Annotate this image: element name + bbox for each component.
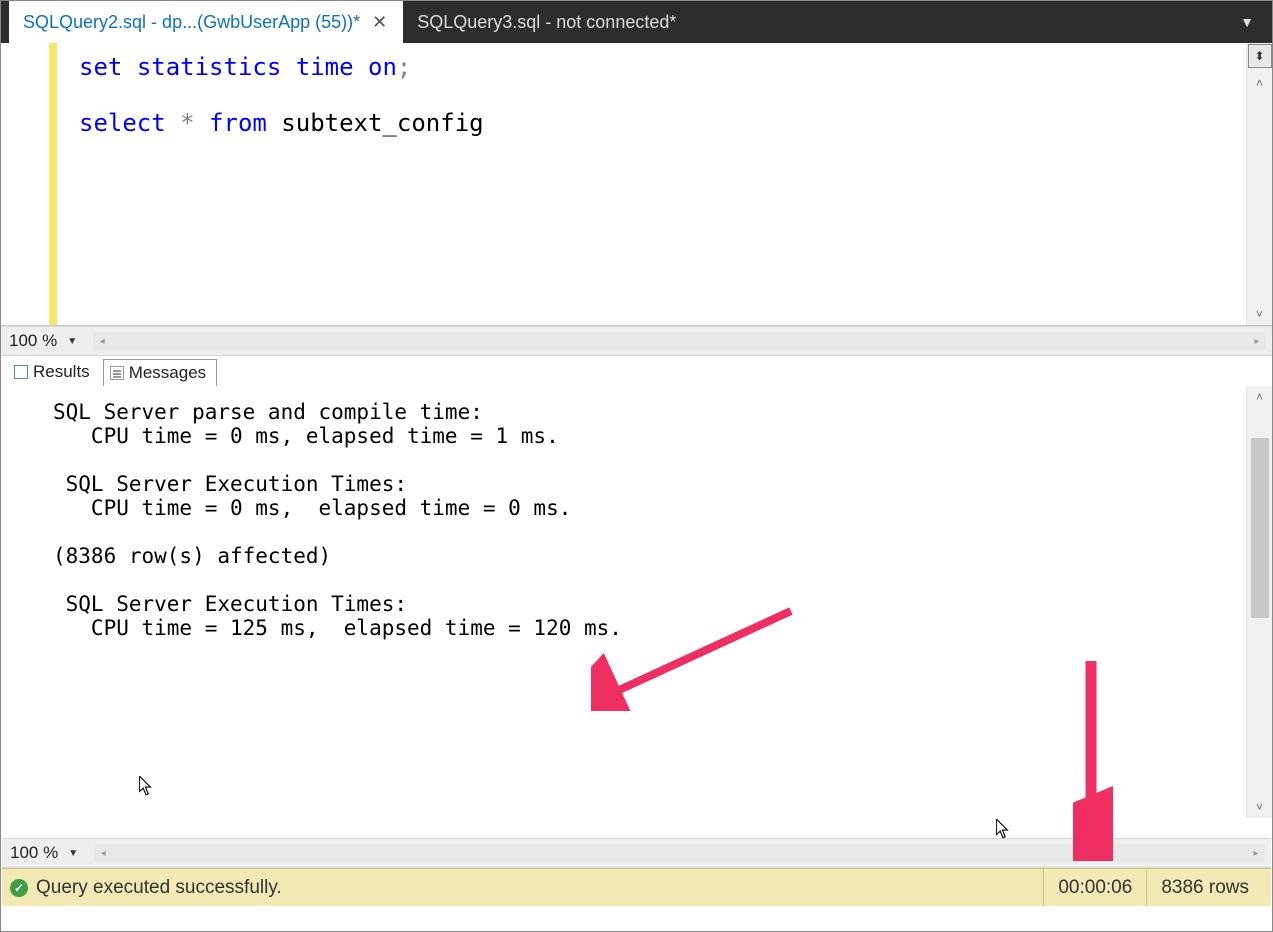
zoom-level: 100 % <box>10 843 58 863</box>
change-marker <box>49 43 57 325</box>
code-content[interactable]: set statistics time on; select * from su… <box>57 43 1246 325</box>
cursor-icon <box>996 819 1010 839</box>
messages-zoom-bar: 100 % ▼ ◂ ▸ <box>2 838 1271 868</box>
tab-label: SQLQuery3.sql - not connected* <box>417 12 676 33</box>
tab-strip: SQLQuery2.sql - dp...(GwbUserApp (55))* … <box>1 1 1272 43</box>
status-bar: ✓ Query executed successfully. 00:00:06 … <box>2 868 1271 906</box>
messages-hscrollbar[interactable]: ◂ ▸ <box>94 844 1265 862</box>
tab-label: Messages <box>129 363 206 383</box>
messages-pane: SQL Server parse and compile time: CPU t… <box>1 386 1272 818</box>
scroll-right-icon[interactable]: ▸ <box>1248 332 1266 350</box>
zoom-dropdown[interactable]: ▼ <box>64 848 82 859</box>
tab-sqlquery2[interactable]: SQLQuery2.sql - dp...(GwbUserApp (55))* … <box>9 1 403 43</box>
scroll-left-icon[interactable]: ◂ <box>94 844 112 862</box>
status-time: 00:00:06 <box>1043 869 1146 906</box>
success-icon: ✓ <box>10 879 28 897</box>
scroll-right-icon[interactable]: ▸ <box>1247 844 1265 862</box>
scroll-up-icon[interactable]: ˄ <box>1249 386 1271 408</box>
zoom-dropdown[interactable]: ▼ <box>63 336 81 347</box>
tab-label: SQLQuery2.sql - dp...(GwbUserApp (55))* <box>23 12 360 33</box>
status-message: Query executed successfully. <box>36 877 282 899</box>
editor-gutter <box>1 43 49 325</box>
tab-dropdown[interactable]: ▼ <box>1222 1 1272 43</box>
messages-content[interactable]: SQL Server parse and compile time: CPU t… <box>1 386 1246 818</box>
scroll-up-icon[interactable]: ˄ <box>1249 72 1271 94</box>
scroll-down-icon[interactable]: ˅ <box>1249 796 1271 818</box>
messages-vscrollbar[interactable]: ˄ ˅ <box>1246 386 1272 818</box>
sql-editor[interactable]: set statistics time on; select * from su… <box>1 43 1272 326</box>
tab-sqlquery3[interactable]: SQLQuery3.sql - not connected* <box>403 1 690 43</box>
tab-spacer <box>690 1 1222 43</box>
editor-hscrollbar[interactable]: ◂ ▸ <box>93 332 1266 350</box>
scroll-left-icon[interactable]: ◂ <box>93 332 111 350</box>
editor-vscrollbar[interactable]: ⬍ ˄ ˅ <box>1246 43 1272 325</box>
zoom-level: 100 % <box>9 331 57 351</box>
results-tab-strip: Results Messages <box>1 356 1272 386</box>
grid-icon <box>14 365 28 379</box>
scroll-down-icon[interactable]: ˅ <box>1249 303 1271 325</box>
tab-label: Results <box>33 362 90 382</box>
page-icon <box>110 366 124 380</box>
close-icon[interactable]: ✕ <box>370 12 389 33</box>
split-pane-icon[interactable]: ⬍ <box>1248 44 1272 68</box>
status-rows: 8386 rows <box>1146 869 1263 906</box>
tab-messages[interactable]: Messages <box>103 359 217 387</box>
tab-results[interactable]: Results <box>7 358 101 386</box>
scroll-thumb[interactable] <box>1251 438 1269 618</box>
chevron-down-icon: ▼ <box>1240 14 1254 30</box>
editor-zoom-bar: 100 % ▼ ◂ ▸ <box>1 326 1272 356</box>
